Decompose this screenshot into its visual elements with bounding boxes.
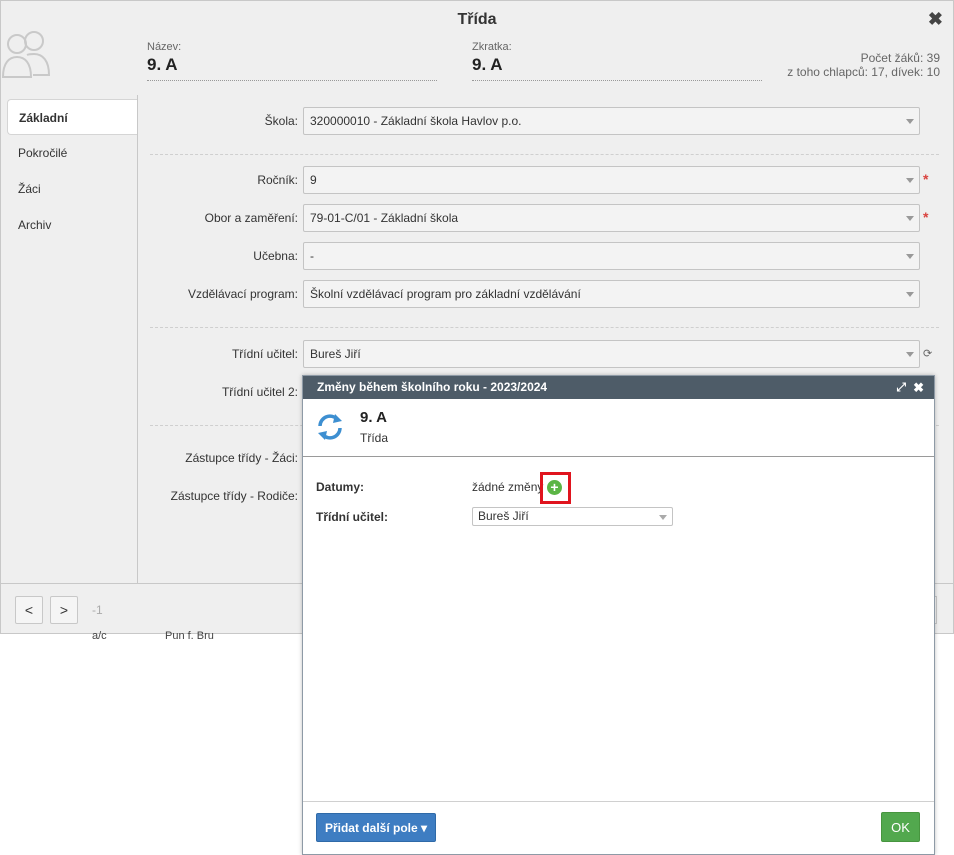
group-avatar-icon xyxy=(1,31,51,78)
abbr-field: Zkratka: 9. A xyxy=(472,41,512,75)
highlight-box xyxy=(540,472,571,504)
popup-class-sub: Třída xyxy=(360,431,389,445)
field-row: Obor a zaměření: xyxy=(138,204,298,232)
chevron-down-icon xyxy=(906,254,914,259)
abbr-label: Zkratka: xyxy=(472,41,512,53)
room-select[interactable]: - xyxy=(303,242,920,270)
popup-header: 9. A Třída xyxy=(303,399,934,457)
next-button[interactable]: > xyxy=(50,596,78,624)
required-marker: * xyxy=(923,171,929,187)
student-breakdown: z toho chlapců: 17, dívek: 10 xyxy=(787,65,940,79)
prev-button[interactable]: < xyxy=(15,596,43,624)
background-text: a/c xyxy=(92,630,107,642)
popup-teacher-label: Třídní učitel: xyxy=(316,510,388,524)
close-icon[interactable]: ✖ xyxy=(913,376,924,399)
maximize-icon[interactable]: ⤢ xyxy=(896,376,906,399)
popup-teacher-select[interactable]: Bureš Jiří xyxy=(472,507,673,526)
name-underline xyxy=(147,80,437,81)
chevron-down-icon xyxy=(906,178,914,183)
changes-popup: Změny během školního roku - 2023/2024 ⤢ … xyxy=(302,375,935,855)
chevron-down-icon xyxy=(659,515,667,520)
sidebar-item-archive[interactable]: Archiv xyxy=(1,207,137,243)
program-value: Školní vzdělávací program pro základní v… xyxy=(310,287,581,301)
field-value: 79-01-C/01 - Základní škola xyxy=(310,211,459,225)
school-select[interactable]: 320000010 - Základní škola Havlov p.o. xyxy=(303,107,920,135)
chevron-down-icon xyxy=(906,352,914,357)
required-marker: * xyxy=(923,209,929,225)
name-value: 9. A xyxy=(147,55,178,74)
grade-value: 9 xyxy=(310,173,317,187)
popup-footer: Přidat další pole ▾ OK xyxy=(303,801,934,854)
teacher2-label: Třídní učitel 2: xyxy=(221,385,298,399)
rep-students-row: Zástupce třídy - Žáci: xyxy=(138,444,298,472)
program-label: Vzdělávací program: xyxy=(187,287,298,301)
divider xyxy=(150,154,939,155)
dialog-title: Třída xyxy=(457,11,497,28)
popup-titlebar: Změny během školního roku - 2023/2024 ⤢ … xyxy=(303,376,934,399)
grade-row: Ročník: xyxy=(138,166,298,194)
program-select[interactable]: Školní vzdělávací program pro základní v… xyxy=(303,280,920,308)
page-number: -1 xyxy=(92,603,103,617)
school-row: Škola: xyxy=(138,107,298,135)
school-label: Škola: xyxy=(264,114,298,128)
room-label: Učebna: xyxy=(253,249,298,263)
sidebar-item-students[interactable]: Žáci xyxy=(1,171,137,207)
chevron-down-icon xyxy=(906,292,914,297)
chevron-down-icon xyxy=(906,119,914,124)
teacher-label: Třídní učitel: xyxy=(231,347,298,361)
student-count: Počet žáků: 39 xyxy=(860,51,940,65)
rep-students-label: Zástupce třídy - Žáci: xyxy=(185,451,298,465)
close-icon[interactable]: ✖ xyxy=(928,9,943,30)
popup-title: Změny během školního roku - 2023/2024 xyxy=(317,380,548,394)
sidebar: Základní Pokročilé Žáci Archiv xyxy=(1,95,138,583)
dates-value: žádné změny xyxy=(472,480,544,494)
teacher-value: Bureš Jiří xyxy=(310,347,361,361)
background-text: Pun f. Bru xyxy=(165,630,214,642)
add-field-button[interactable]: Přidat další pole ▾ xyxy=(316,813,436,842)
teacher2-row: Třídní učitel 2: xyxy=(138,378,298,406)
program-row: Vzdělávací program: xyxy=(138,280,298,308)
divider xyxy=(150,327,939,328)
grade-label: Ročník: xyxy=(257,173,298,187)
abbr-underline xyxy=(472,80,762,81)
rep-parents-row: Zástupce třídy - Rodiče: xyxy=(138,482,298,510)
sidebar-item-advanced[interactable]: Pokročilé xyxy=(1,135,137,171)
student-stats: Počet žáků: 39 z toho chlapců: 17, dívek… xyxy=(787,51,940,79)
abbr-value: 9. A xyxy=(472,55,503,74)
chevron-down-icon xyxy=(906,216,914,221)
room-value: - xyxy=(310,249,314,263)
grade-select[interactable]: 9 xyxy=(303,166,920,194)
teacher-row: Třídní učitel: xyxy=(138,340,298,368)
field-select[interactable]: 79-01-C/01 - Základní škola xyxy=(303,204,920,232)
sidebar-item-basic[interactable]: Základní xyxy=(7,99,137,135)
name-field: Název: 9. A xyxy=(147,41,181,75)
dates-label: Datumy: xyxy=(316,480,365,494)
name-label: Název: xyxy=(147,41,182,53)
field-label: Obor a zaměření: xyxy=(204,211,298,225)
popup-teacher-value: Bureš Jiří xyxy=(478,509,529,523)
rep-parents-label: Zástupce třídy - Rodiče: xyxy=(170,489,298,503)
room-row: Učebna: xyxy=(138,242,298,270)
refresh-cycle-icon xyxy=(318,414,342,440)
refresh-icon[interactable]: ⟳ xyxy=(923,347,932,360)
ok-button[interactable]: OK xyxy=(881,812,920,842)
teacher-select[interactable]: Bureš Jiří xyxy=(303,340,920,368)
popup-class-name: 9. A xyxy=(360,409,387,426)
school-value: 320000010 - Základní škola Havlov p.o. xyxy=(310,114,522,128)
